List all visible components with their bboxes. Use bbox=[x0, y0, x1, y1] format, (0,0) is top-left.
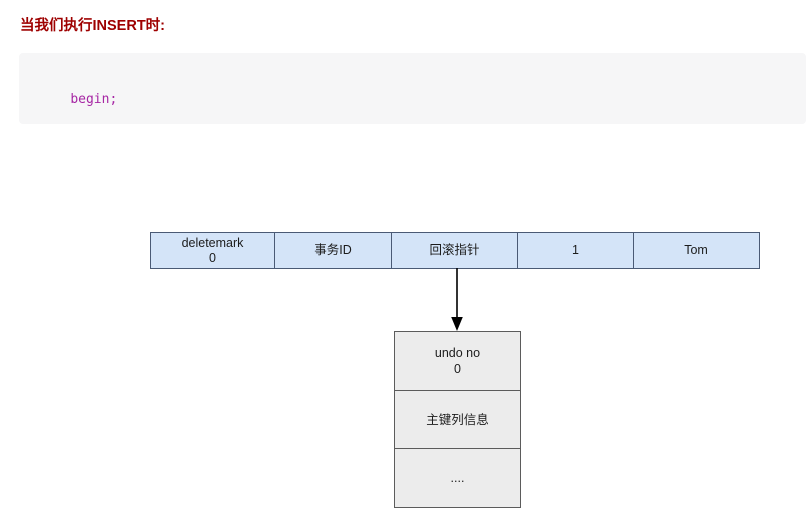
undo-log-cell-ellipsis: .... bbox=[395, 449, 520, 507]
record-cell-rollback-pointer: 回滚指针 bbox=[392, 233, 518, 268]
record-cell-deletemark-label: deletemark bbox=[181, 235, 244, 250]
undo-log-cell-primary-key-info-label: 主键列信息 bbox=[426, 412, 489, 427]
undo-log-cell-undo-no-value: 0 bbox=[454, 361, 461, 376]
record-cell-deletemark: deletemark 0 bbox=[151, 233, 275, 268]
record-row: deletemark 0 事务ID 回滚指针 1 Tom bbox=[150, 232, 760, 269]
undo-log-cell-undo-no-label: undo no bbox=[434, 345, 481, 360]
undo-log-box: undo no 0 主键列信息 .... bbox=[394, 331, 521, 508]
record-cell-deletemark-value: 0 bbox=[209, 250, 216, 265]
record-cell-transaction-id: 事务ID bbox=[275, 233, 392, 268]
rollback-pointer-arrow-icon bbox=[451, 268, 463, 331]
record-cell-name: Tom bbox=[634, 233, 758, 268]
code-line-1: begin; bbox=[39, 67, 806, 124]
code-line-1-text: begin; bbox=[70, 92, 118, 107]
undo-log-cell-undo-no: undo no 0 bbox=[395, 332, 520, 391]
page-title: 当我们执行INSERT时: bbox=[20, 18, 165, 34]
record-cell-id-value: 1 bbox=[572, 243, 579, 257]
sql-code-block: begin; INSERT INTO user (name) VALUES ("… bbox=[19, 53, 806, 124]
record-cell-rollback-pointer-label: 回滚指针 bbox=[429, 243, 480, 257]
record-cell-name-value: Tom bbox=[684, 243, 708, 257]
record-cell-transaction-id-label: 事务ID bbox=[314, 243, 352, 257]
undo-log-cell-ellipsis-label: .... bbox=[450, 471, 465, 486]
record-cell-id: 1 bbox=[518, 233, 634, 268]
undo-log-cell-primary-key-info: 主键列信息 bbox=[395, 391, 520, 450]
